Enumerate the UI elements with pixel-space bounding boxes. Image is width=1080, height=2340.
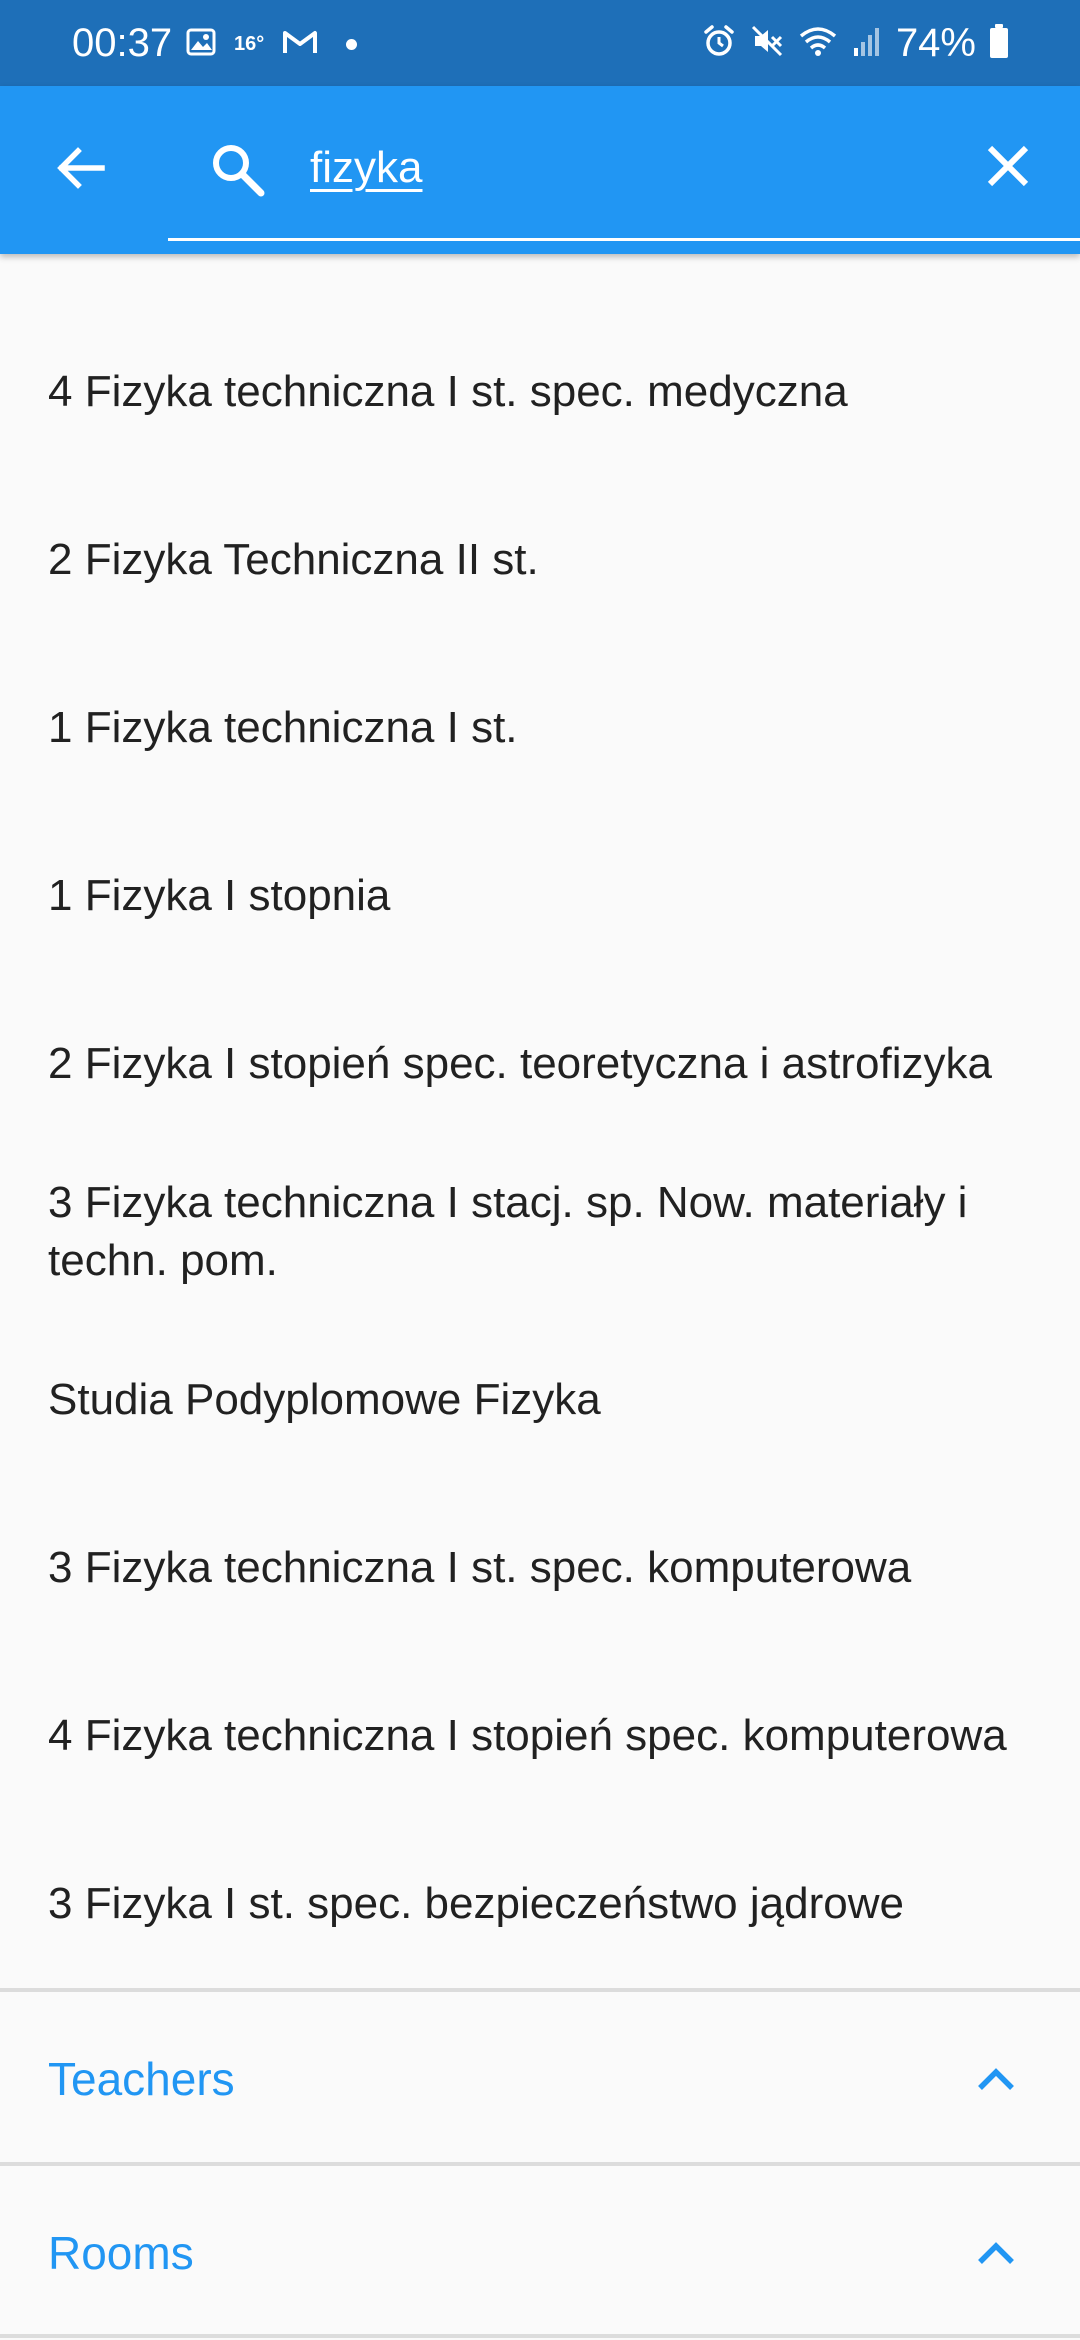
status-notification-icons: 16° (186, 22, 358, 66)
search-icon (200, 132, 276, 208)
section-divider (0, 2162, 1080, 2166)
result-item[interactable]: 1 Fizyka I stopnia (0, 812, 1080, 980)
result-label: 2 Fizyka I stopień spec. teoretyczna i a… (48, 1039, 992, 1088)
result-label: 3 Fizyka I st. spec. bezpieczeństwo jądr… (48, 1879, 904, 1928)
result-item[interactable]: Studia Podyplomowe Fizyka (0, 1316, 1080, 1484)
result-label: 4 Fizyka techniczna I st. spec. medyczna (48, 367, 848, 416)
search-input[interactable] (310, 126, 950, 210)
result-item[interactable]: 4 Fizyka techniczna I stopień spec. komp… (0, 1652, 1080, 1820)
result-label: 3 Fizyka techniczna I stacj. sp. Now. ma… (48, 1178, 968, 1285)
result-label: 1 Fizyka I stopnia (48, 871, 391, 920)
result-label: 2 Fizyka Techniczna II st. (48, 535, 539, 584)
result-item[interactable]: 3 Fizyka I st. spec. bezpieczeństwo jądr… (0, 1820, 1080, 1988)
section-title: Rooms (48, 2227, 194, 2279)
result-item[interactable]: 1 Fizyka techniczna I st. (0, 644, 1080, 812)
signal-icon (852, 24, 882, 63)
status-time: 00:37 (72, 21, 173, 65)
section-divider (0, 2334, 1080, 2338)
image-icon (186, 28, 216, 61)
battery-icon (990, 24, 1008, 58)
result-item[interactable]: 2 Fizyka I stopień spec. teoretyczna i a… (0, 980, 1080, 1148)
wifi-icon (798, 24, 838, 63)
result-item[interactable]: 4 Fizyka techniczna I st. spec. medyczna (0, 308, 1080, 476)
result-label: Studia Podyplomowe Fizyka (48, 1375, 601, 1424)
result-label: 3 Fizyka techniczna I st. spec. komputer… (48, 1543, 912, 1592)
status-system-icons: 74% (702, 18, 1008, 68)
search-app-bar (0, 86, 1080, 254)
battery-percent: 74% (895, 21, 976, 65)
section-title: Teachers (48, 2053, 235, 2105)
result-label: 1 Fizyka techniczna I st. (48, 703, 518, 752)
mute-icon (750, 24, 784, 63)
notification-dot-icon (346, 38, 358, 50)
chevron-up-icon[interactable] (972, 2229, 1020, 2277)
clear-search-button[interactable] (972, 132, 1044, 204)
gmail-icon (282, 28, 318, 61)
alarm-icon (702, 24, 736, 63)
back-arrow-icon (52, 140, 108, 201)
result-label: 4 Fizyka techniczna I stopień spec. komp… (48, 1711, 1007, 1760)
chevron-up-icon[interactable] (972, 2055, 1020, 2103)
close-icon (982, 140, 1034, 197)
teachers-section-header[interactable]: Teachers (0, 1996, 1080, 2162)
result-item[interactable]: 3 Fizyka techniczna I st. spec. komputer… (0, 1484, 1080, 1652)
back-button[interactable] (44, 134, 116, 206)
section-divider (0, 1988, 1080, 1992)
weather-icon: 16° (234, 32, 265, 55)
result-item[interactable]: 2 Fizyka Techniczna II st. (0, 476, 1080, 644)
status-bar: 00:37 16° 74% (0, 0, 1080, 86)
result-item[interactable]: 3 Fizyka techniczna I stacj. sp. Now. ma… (0, 1148, 1080, 1316)
search-input-underline (168, 238, 1080, 241)
rooms-section-header[interactable]: Rooms (0, 2170, 1080, 2336)
